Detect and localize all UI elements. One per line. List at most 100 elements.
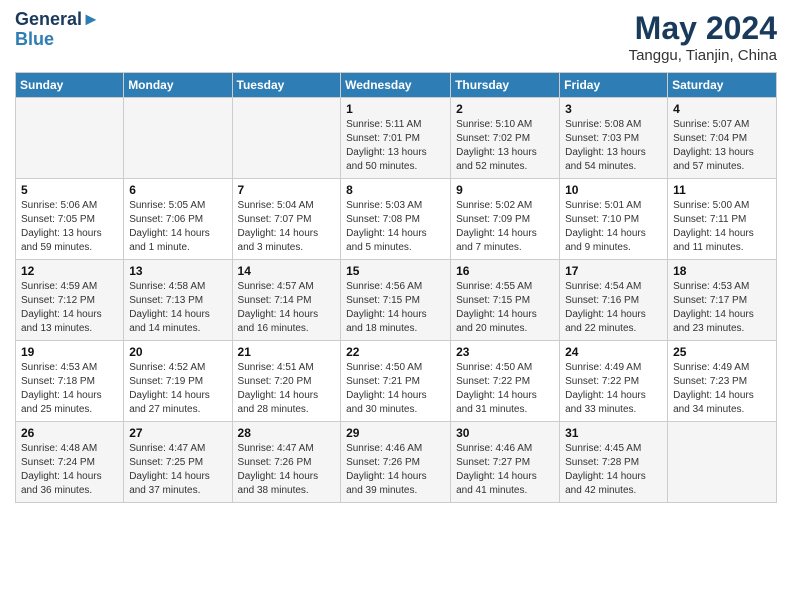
day-info: Sunrise: 4:45 AMSunset: 7:28 PMDaylight:… [565,442,662,498]
week-row-5: 26 Sunrise: 4:48 AMSunset: 7:24 PMDaylig… [16,422,777,503]
day-number: 29 [346,426,445,440]
day-cell: 17 Sunrise: 4:54 AMSunset: 7:16 PMDaylig… [560,260,668,341]
day-cell: 13 Sunrise: 4:58 AMSunset: 7:13 PMDaylig… [124,260,232,341]
day-number: 30 [456,426,554,440]
day-cell: 15 Sunrise: 4:56 AMSunset: 7:15 PMDaylig… [341,260,451,341]
day-info: Sunrise: 5:04 AMSunset: 7:07 PMDaylight:… [238,199,336,255]
day-cell: 4 Sunrise: 5:07 AMSunset: 7:04 PMDayligh… [668,98,777,179]
day-cell: 9 Sunrise: 5:02 AMSunset: 7:09 PMDayligh… [451,179,560,260]
day-info: Sunrise: 4:49 AMSunset: 7:23 PMDaylight:… [673,361,771,417]
day-cell [16,98,124,179]
day-number: 20 [129,345,226,359]
day-cell: 16 Sunrise: 4:55 AMSunset: 7:15 PMDaylig… [451,260,560,341]
day-info: Sunrise: 4:53 AMSunset: 7:17 PMDaylight:… [673,280,771,336]
week-row-3: 12 Sunrise: 4:59 AMSunset: 7:12 PMDaylig… [16,260,777,341]
day-cell: 3 Sunrise: 5:08 AMSunset: 7:03 PMDayligh… [560,98,668,179]
day-cell: 31 Sunrise: 4:45 AMSunset: 7:28 PMDaylig… [560,422,668,503]
day-info: Sunrise: 4:58 AMSunset: 7:13 PMDaylight:… [129,280,226,336]
day-number: 11 [673,183,771,197]
day-info: Sunrise: 5:00 AMSunset: 7:11 PMDaylight:… [673,199,771,255]
day-info: Sunrise: 4:49 AMSunset: 7:22 PMDaylight:… [565,361,662,417]
day-cell: 27 Sunrise: 4:47 AMSunset: 7:25 PMDaylig… [124,422,232,503]
day-number: 1 [346,102,445,116]
day-number: 26 [21,426,118,440]
day-info: Sunrise: 4:56 AMSunset: 7:15 PMDaylight:… [346,280,445,336]
day-number: 5 [21,183,118,197]
day-info: Sunrise: 5:06 AMSunset: 7:05 PMDaylight:… [21,199,118,255]
day-number: 6 [129,183,226,197]
logo: General► Blue [15,10,100,50]
day-number: 14 [238,264,336,278]
day-info: Sunrise: 5:11 AMSunset: 7:01 PMDaylight:… [346,118,445,174]
day-info: Sunrise: 5:01 AMSunset: 7:10 PMDaylight:… [565,199,662,255]
day-number: 4 [673,102,771,116]
day-cell: 29 Sunrise: 4:46 AMSunset: 7:26 PMDaylig… [341,422,451,503]
day-info: Sunrise: 4:48 AMSunset: 7:24 PMDaylight:… [21,442,118,498]
day-cell: 30 Sunrise: 4:46 AMSunset: 7:27 PMDaylig… [451,422,560,503]
day-info: Sunrise: 4:53 AMSunset: 7:18 PMDaylight:… [21,361,118,417]
calendar-body: 1 Sunrise: 5:11 AMSunset: 7:01 PMDayligh… [16,98,777,503]
weekday-header-sunday: Sunday [16,73,124,98]
day-number: 3 [565,102,662,116]
day-number: 28 [238,426,336,440]
day-number: 24 [565,345,662,359]
day-cell: 25 Sunrise: 4:49 AMSunset: 7:23 PMDaylig… [668,341,777,422]
location: Tanggu, Tianjin, China [629,47,777,64]
day-info: Sunrise: 5:03 AMSunset: 7:08 PMDaylight:… [346,199,445,255]
weekday-header-wednesday: Wednesday [341,73,451,98]
day-number: 2 [456,102,554,116]
day-cell: 21 Sunrise: 4:51 AMSunset: 7:20 PMDaylig… [232,341,341,422]
weekday-header-tuesday: Tuesday [232,73,341,98]
day-info: Sunrise: 5:08 AMSunset: 7:03 PMDaylight:… [565,118,662,174]
page-header: General► Blue May 2024 Tanggu, Tianjin, … [15,10,777,64]
day-cell [232,98,341,179]
day-cell: 18 Sunrise: 4:53 AMSunset: 7:17 PMDaylig… [668,260,777,341]
day-number: 15 [346,264,445,278]
day-cell [124,98,232,179]
day-info: Sunrise: 4:46 AMSunset: 7:27 PMDaylight:… [456,442,554,498]
day-info: Sunrise: 4:47 AMSunset: 7:25 PMDaylight:… [129,442,226,498]
day-number: 9 [456,183,554,197]
week-row-1: 1 Sunrise: 5:11 AMSunset: 7:01 PMDayligh… [16,98,777,179]
day-cell: 6 Sunrise: 5:05 AMSunset: 7:06 PMDayligh… [124,179,232,260]
weekday-header-row: SundayMondayTuesdayWednesdayThursdayFrid… [16,73,777,98]
weekday-header-friday: Friday [560,73,668,98]
day-cell: 28 Sunrise: 4:47 AMSunset: 7:26 PMDaylig… [232,422,341,503]
week-row-4: 19 Sunrise: 4:53 AMSunset: 7:18 PMDaylig… [16,341,777,422]
weekday-header-thursday: Thursday [451,73,560,98]
day-info: Sunrise: 4:52 AMSunset: 7:19 PMDaylight:… [129,361,226,417]
day-info: Sunrise: 5:07 AMSunset: 7:04 PMDaylight:… [673,118,771,174]
day-number: 13 [129,264,226,278]
day-cell: 8 Sunrise: 5:03 AMSunset: 7:08 PMDayligh… [341,179,451,260]
day-info: Sunrise: 5:10 AMSunset: 7:02 PMDaylight:… [456,118,554,174]
day-number: 10 [565,183,662,197]
logo-text2: Blue [15,30,100,50]
day-cell: 24 Sunrise: 4:49 AMSunset: 7:22 PMDaylig… [560,341,668,422]
month-title: May 2024 [629,10,777,47]
title-block: May 2024 Tanggu, Tianjin, China [629,10,777,64]
day-cell: 2 Sunrise: 5:10 AMSunset: 7:02 PMDayligh… [451,98,560,179]
day-cell: 7 Sunrise: 5:04 AMSunset: 7:07 PMDayligh… [232,179,341,260]
day-cell: 14 Sunrise: 4:57 AMSunset: 7:14 PMDaylig… [232,260,341,341]
day-info: Sunrise: 4:46 AMSunset: 7:26 PMDaylight:… [346,442,445,498]
day-number: 7 [238,183,336,197]
day-cell: 11 Sunrise: 5:00 AMSunset: 7:11 PMDaylig… [668,179,777,260]
weekday-header-monday: Monday [124,73,232,98]
day-cell: 12 Sunrise: 4:59 AMSunset: 7:12 PMDaylig… [16,260,124,341]
calendar-table: SundayMondayTuesdayWednesdayThursdayFrid… [15,72,777,503]
day-number: 12 [21,264,118,278]
day-number: 31 [565,426,662,440]
day-number: 8 [346,183,445,197]
week-row-2: 5 Sunrise: 5:06 AMSunset: 7:05 PMDayligh… [16,179,777,260]
day-info: Sunrise: 4:50 AMSunset: 7:22 PMDaylight:… [456,361,554,417]
day-cell: 22 Sunrise: 4:50 AMSunset: 7:21 PMDaylig… [341,341,451,422]
day-number: 16 [456,264,554,278]
day-info: Sunrise: 4:55 AMSunset: 7:15 PMDaylight:… [456,280,554,336]
day-info: Sunrise: 4:47 AMSunset: 7:26 PMDaylight:… [238,442,336,498]
day-number: 25 [673,345,771,359]
day-cell: 1 Sunrise: 5:11 AMSunset: 7:01 PMDayligh… [341,98,451,179]
day-info: Sunrise: 5:02 AMSunset: 7:09 PMDaylight:… [456,199,554,255]
day-number: 22 [346,345,445,359]
day-cell: 10 Sunrise: 5:01 AMSunset: 7:10 PMDaylig… [560,179,668,260]
day-info: Sunrise: 4:57 AMSunset: 7:14 PMDaylight:… [238,280,336,336]
